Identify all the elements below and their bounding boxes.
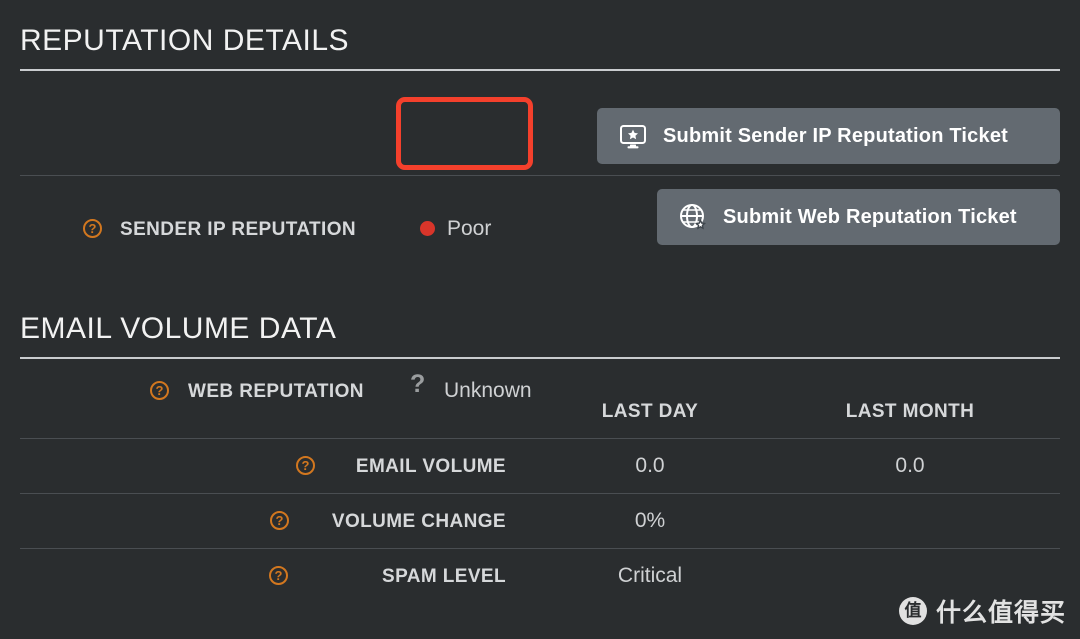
monitor-star-icon (619, 124, 647, 149)
row-label-spam-level: SPAM LEVEL (382, 566, 506, 587)
row-label-email-volume: EMAIL VOLUME (355, 456, 506, 477)
cell-spam-level-last-day: Critical (617, 564, 683, 587)
cell-email-volume-last-day: 0.0 (635, 454, 665, 477)
globe-star-icon (679, 203, 707, 231)
submit-sender-ip-reputation-ticket-button[interactable]: Submit Sender IP Reputation Ticket (597, 108, 1060, 164)
web-reputation-status: Unknown (444, 379, 532, 402)
question-mark-icon: ? (410, 370, 426, 398)
watermark-logo-icon: 值 (898, 597, 927, 625)
submit-web-reputation-ticket-button[interactable]: Submit Web Reputation Ticket (657, 189, 1060, 245)
reputation-section-divider (20, 69, 1060, 71)
watermark-text: 什么值得买 (935, 598, 1066, 627)
web-reputation-label: WEB REPUTATION (188, 381, 364, 402)
page-title-reputation-details: REPUTATION DETAILS (20, 24, 350, 57)
table-row-divider (20, 548, 1060, 549)
table-row-divider (20, 493, 1060, 494)
email-volume-section-divider (20, 357, 1060, 359)
cell-email-volume-last-month: 0.0 (895, 454, 925, 477)
cell-volume-change-last-day: 0% (634, 509, 666, 532)
column-header-last-day: LAST DAY (601, 401, 699, 422)
watermark: 值 什么值得买 (898, 593, 1066, 629)
column-header-last-month: LAST MONTH (845, 401, 975, 422)
page-title-email-volume-data: EMAIL VOLUME DATA (20, 312, 337, 345)
row-label-volume-change: VOLUME CHANGE (331, 511, 506, 532)
submit-web-reputation-ticket-label: Submit Web Reputation Ticket (723, 205, 1017, 228)
table-header-divider (20, 438, 1060, 439)
question-circle-icon[interactable]: ? (150, 381, 169, 400)
submit-sender-ip-reputation-ticket-label: Submit Sender IP Reputation Ticket (663, 124, 1009, 147)
